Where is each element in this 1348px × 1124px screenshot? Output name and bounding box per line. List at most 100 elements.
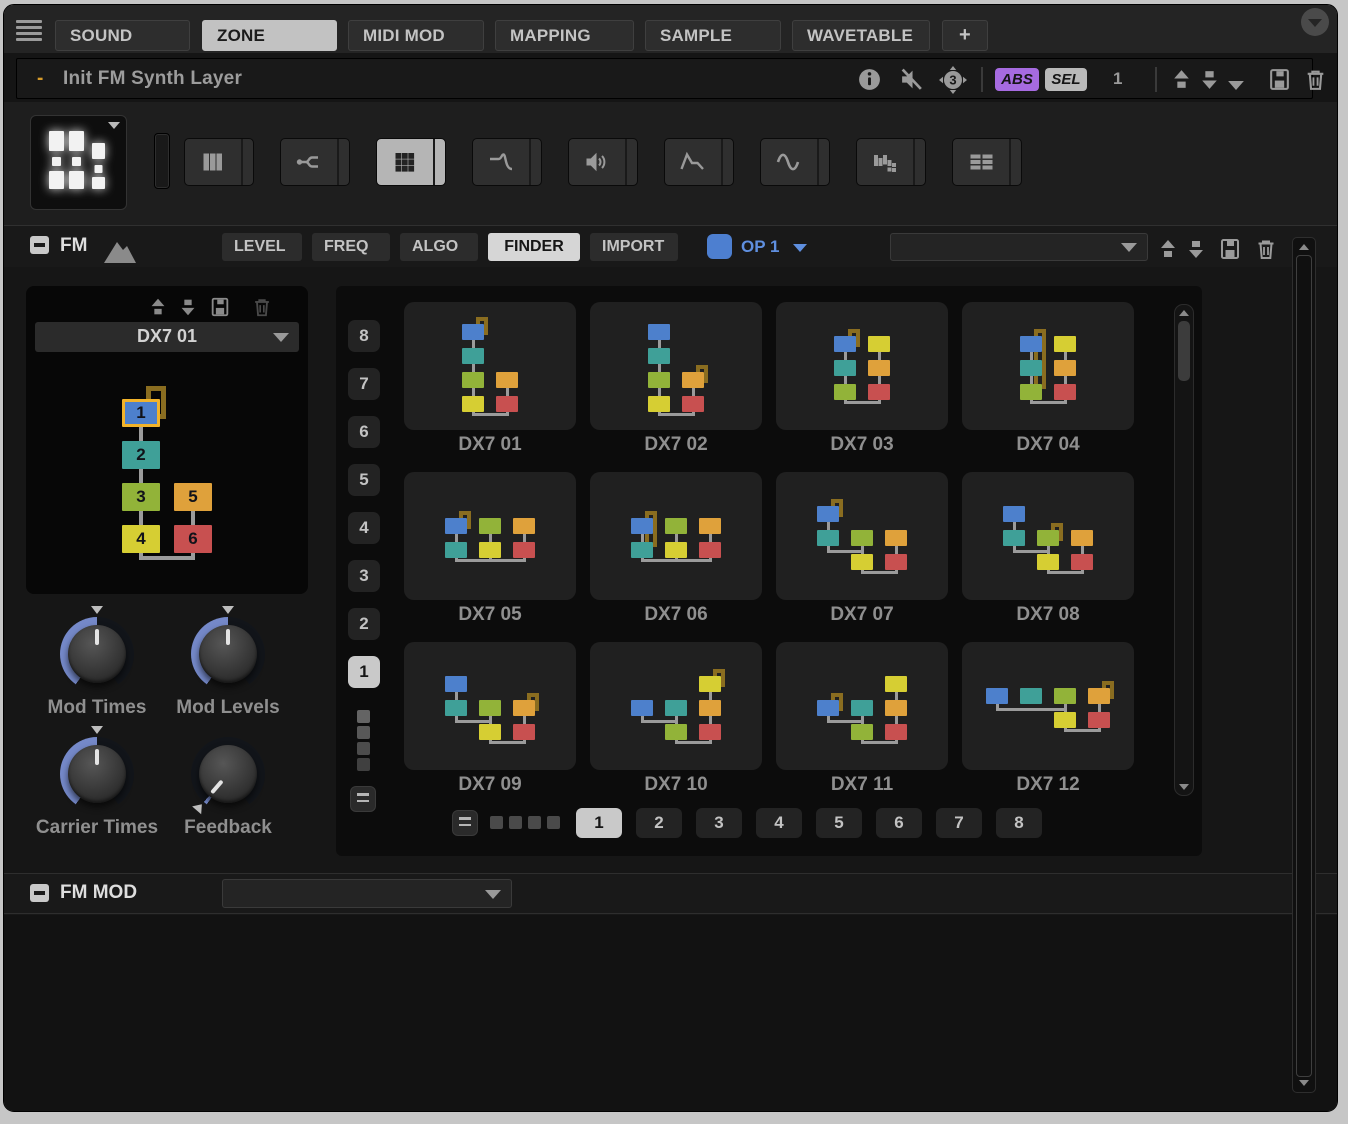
page-button-4[interactable]: 4 <box>756 808 802 838</box>
algo-tile-dx7-02[interactable] <box>590 302 762 430</box>
sel-badge[interactable]: SEL <box>1045 68 1087 91</box>
module-strip-toggle[interactable] <box>337 139 349 185</box>
caret-down-icon[interactable] <box>1227 73 1245 98</box>
fm-mod-collapse-button[interactable] <box>30 884 49 902</box>
module-strip-toggle[interactable] <box>241 139 253 185</box>
step-modulator-button[interactable] <box>856 138 926 186</box>
move-down-icon[interactable] <box>1197 67 1222 92</box>
fm-tab-algo[interactable]: ALGO <box>400 233 478 261</box>
page-button-1[interactable]: 1 <box>576 808 622 838</box>
fm-tab-level[interactable]: LEVEL <box>222 233 302 261</box>
midi-channel-icon[interactable]: 3 <box>939 66 967 94</box>
filter-button[interactable] <box>472 138 542 186</box>
operator-box[interactable]: 2 <box>122 441 160 469</box>
scrollbar-thumb[interactable] <box>1178 321 1190 381</box>
amp-button[interactable] <box>568 138 638 186</box>
algorithm-preset-dropdown[interactable]: DX7 01 <box>35 322 299 352</box>
module-strip-toggle[interactable] <box>1009 139 1021 185</box>
operator-box[interactable]: 5 <box>174 483 212 511</box>
carrier-filter-6[interactable]: 6 <box>348 416 380 448</box>
carrier-times-knob[interactable] <box>60 737 134 811</box>
zone-module-selector[interactable] <box>30 115 127 210</box>
algo-tile-dx7-07[interactable] <box>776 472 948 600</box>
algo-tile-dx7-09[interactable] <box>404 642 576 770</box>
move-down-icon[interactable] <box>176 296 200 318</box>
mod-list-button[interactable] <box>952 138 1022 186</box>
page-button-5[interactable]: 5 <box>816 808 862 838</box>
op-selector-label[interactable]: OP 1 <box>741 237 779 257</box>
algo-tile-dx7-05[interactable] <box>404 472 576 600</box>
page-button-8[interactable]: 8 <box>996 808 1042 838</box>
module-strip-toggle[interactable] <box>913 139 925 185</box>
page-button-7[interactable]: 7 <box>936 808 982 838</box>
move-up-icon[interactable] <box>1156 237 1180 261</box>
carrier-filter-2[interactable]: 2 <box>348 608 380 640</box>
envelope-button[interactable] <box>664 138 734 186</box>
operator-box[interactable]: 1 <box>122 399 160 427</box>
tab-sound[interactable]: SOUND <box>55 20 190 51</box>
carrier-filter-1[interactable]: 1 <box>348 656 380 688</box>
save-icon[interactable] <box>1218 237 1242 261</box>
finder-scrollbar[interactable] <box>1174 304 1194 796</box>
carrier-filter-3[interactable]: 3 <box>348 560 380 592</box>
keyboard-button[interactable] <box>184 138 254 186</box>
tab-wavetable[interactable]: WAVETABLE <box>792 20 930 51</box>
carrier-filter-5[interactable]: 5 <box>348 464 380 496</box>
equals-icon[interactable] <box>350 786 376 812</box>
tab-midi-mod[interactable]: MIDI MOD <box>348 20 484 51</box>
scrollbar-thumb[interactable] <box>1296 255 1312 1077</box>
page-button-2[interactable]: 2 <box>636 808 682 838</box>
module-strip-toggle[interactable] <box>529 139 541 185</box>
fm-matrix-button[interactable] <box>376 138 446 186</box>
move-up-icon[interactable] <box>1169 67 1194 92</box>
trash-icon[interactable] <box>1303 67 1328 92</box>
operator-box[interactable]: 4 <box>122 525 160 553</box>
trash-icon[interactable] <box>1254 237 1278 261</box>
move-down-icon[interactable] <box>1184 237 1208 261</box>
feedback-knob[interactable] <box>191 737 265 811</box>
mountain-icon[interactable] <box>100 238 140 264</box>
module-strip-toggle[interactable] <box>817 139 829 185</box>
op-color-swatch[interactable] <box>707 234 732 259</box>
trigger-button[interactable] <box>154 133 170 189</box>
abs-badge[interactable]: ABS <box>995 68 1039 91</box>
algo-tile-dx7-10[interactable] <box>590 642 762 770</box>
operator-box[interactable]: 6 <box>174 525 212 553</box>
move-up-icon[interactable] <box>146 296 170 318</box>
trash-icon[interactable] <box>250 296 274 318</box>
tab-zone[interactable]: ZONE <box>202 20 337 51</box>
algo-tile-dx7-06[interactable] <box>590 472 762 600</box>
save-icon[interactable] <box>1267 67 1292 92</box>
fm-mod-dropdown[interactable] <box>222 879 512 908</box>
window-caret-button[interactable] <box>1301 8 1329 36</box>
zone-name-bar[interactable]: - Init FM Synth Layer 3 ABS SEL 1 <box>16 58 1313 99</box>
carrier-filter-8[interactable]: 8 <box>348 320 380 352</box>
tab-sample[interactable]: SAMPLE <box>645 20 781 51</box>
save-icon[interactable] <box>208 296 232 318</box>
operator-box[interactable]: 3 <box>122 483 160 511</box>
fm-preset-dropdown[interactable] <box>890 233 1148 261</box>
module-strip-toggle[interactable] <box>433 139 445 185</box>
carrier-filter-7[interactable]: 7 <box>348 368 380 400</box>
module-strip-toggle[interactable] <box>721 139 733 185</box>
mute-icon[interactable] <box>899 67 924 92</box>
tab-mapping[interactable]: MAPPING <box>495 20 634 51</box>
module-strip-toggle[interactable] <box>625 139 637 185</box>
page-button-6[interactable]: 6 <box>876 808 922 838</box>
tab-add[interactable]: + <box>942 20 988 51</box>
algo-tile-dx7-12[interactable] <box>962 642 1134 770</box>
fm-tab-finder[interactable]: FINDER <box>488 233 580 261</box>
algo-tile-dx7-01[interactable] <box>404 302 576 430</box>
fm-tab-import[interactable]: IMPORT <box>590 233 678 261</box>
menu-icon[interactable] <box>14 17 44 43</box>
fm-collapse-button[interactable] <box>30 236 49 254</box>
pitch-fork-button[interactable] <box>280 138 350 186</box>
algo-tile-dx7-03[interactable] <box>776 302 948 430</box>
mod-levels-knob[interactable] <box>191 617 265 691</box>
caret-down-icon[interactable] <box>793 244 807 252</box>
carrier-filter-4[interactable]: 4 <box>348 512 380 544</box>
main-scrollbar[interactable] <box>1292 237 1316 1093</box>
lfo-button[interactable] <box>760 138 830 186</box>
fm-tab-freq[interactable]: FREQ <box>312 233 390 261</box>
info-icon[interactable] <box>857 67 882 92</box>
